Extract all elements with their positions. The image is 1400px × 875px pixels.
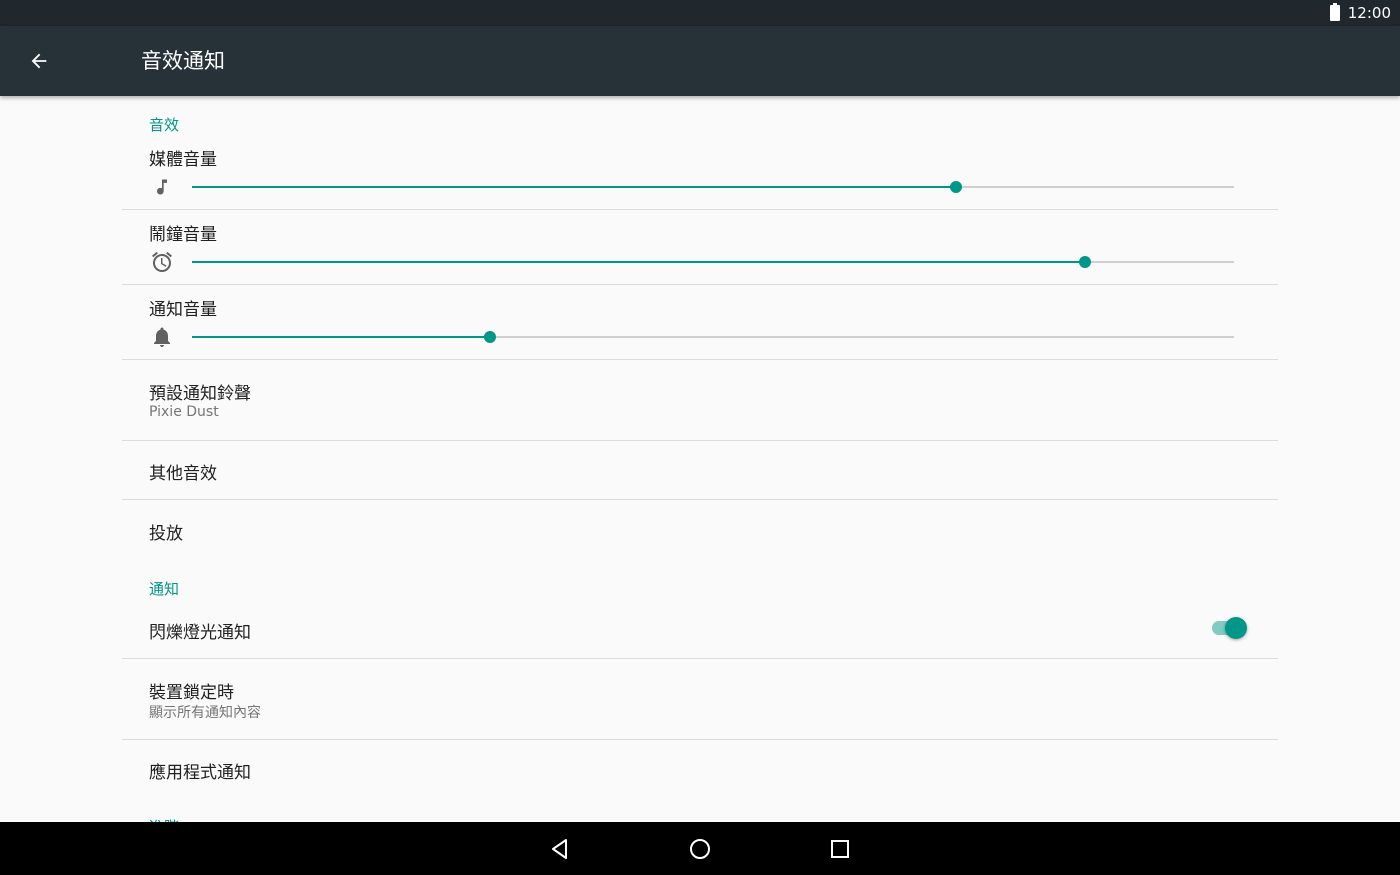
nav-back-icon[interactable]: [544, 833, 576, 865]
toggle-thumb: [1225, 617, 1247, 639]
blink-light-toggle[interactable]: [1210, 616, 1250, 640]
battery-full-icon: [1329, 3, 1340, 21]
status-right: 12:00: [1329, 0, 1391, 26]
slider-fill: [192, 186, 956, 188]
default-ringtone-row[interactable]: [122, 360, 1278, 440]
section-header-notification: 通知: [149, 580, 180, 598]
cast-row[interactable]: [122, 500, 1278, 560]
music-note-icon: [149, 174, 175, 200]
notification-volume-label: 通知音量: [149, 300, 217, 320]
other-sounds-row[interactable]: [122, 441, 1278, 499]
section-header-sound: 音效: [149, 116, 180, 134]
arrow-back-icon[interactable]: [24, 46, 54, 76]
default-ringtone-title: 預設通知鈴聲: [149, 384, 251, 404]
other-sounds-title: 其他音效: [149, 464, 217, 484]
page-title: 音效通知: [141, 49, 225, 73]
app-bar: 音效通知: [0, 26, 1400, 96]
slider-thumb[interactable]: [949, 181, 962, 193]
bell-icon: [149, 324, 175, 350]
alarm-clock-icon: [149, 249, 175, 275]
divider: [122, 284, 1278, 285]
nav-recents-icon[interactable]: [824, 833, 856, 865]
status-bar: 12:00: [0, 0, 1400, 26]
notification-volume-slider[interactable]: [192, 327, 1234, 347]
lock-screen-summary: 顯示所有通知內容: [149, 705, 261, 721]
slider-fill: [192, 261, 1085, 263]
app-notifications-row[interactable]: [122, 740, 1278, 798]
app-notifications-title: 應用程式通知: [149, 763, 251, 783]
nav-home-icon[interactable]: [684, 833, 716, 865]
blink-light-title: 閃爍燈光通知: [149, 623, 251, 643]
navigation-bar: [0, 822, 1400, 875]
alarm-volume-label: 鬧鐘音量: [149, 225, 217, 245]
default-ringtone-summary: Pixie Dust: [149, 404, 219, 420]
status-time: 12:00: [1347, 4, 1391, 22]
blink-light-row[interactable]: [122, 601, 1278, 658]
media-volume-slider[interactable]: [192, 177, 1234, 197]
slider-fill: [192, 336, 490, 338]
slider-thumb[interactable]: [1078, 256, 1091, 268]
alarm-volume-slider[interactable]: [192, 252, 1234, 272]
cast-title: 投放: [149, 524, 183, 544]
divider: [122, 209, 1278, 210]
settings-list[interactable]: 音效 媒體音量 鬧鐘音量 通知音量 預設通知鈴聲 Pixie Dust 其他音效…: [0, 96, 1400, 822]
lock-screen-row[interactable]: [122, 659, 1278, 739]
lock-screen-title: 裝置鎖定時: [149, 683, 234, 703]
slider-thumb[interactable]: [484, 331, 496, 343]
media-volume-label: 媒體音量: [149, 150, 217, 170]
